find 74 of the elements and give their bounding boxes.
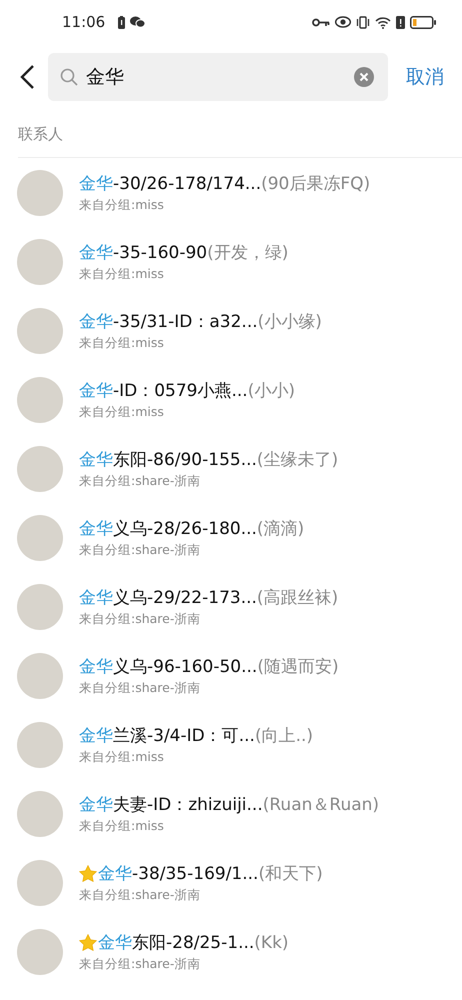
contact-group: 来自分组:share-浙南	[79, 610, 338, 628]
contact-row[interactable]: 金华东阳-28/25-1...(Kk) 来自分组:share-浙南	[0, 917, 462, 986]
contact-nickname: (Ruan＆Ruan)	[262, 794, 380, 816]
sim-alert-icon	[396, 16, 405, 28]
contact-group: 来自分组:miss	[79, 818, 380, 834]
wifi-icon	[375, 16, 391, 28]
contact-row[interactable]: 金华-35-160-90(开发，绿) 来自分组:miss	[0, 227, 462, 296]
contact-name: 金华兰溪-3/4-ID：可...	[79, 724, 255, 746]
contact-nickname: (Kk)	[254, 932, 289, 952]
avatar-photo	[17, 790, 63, 836]
contact-row[interactable]: 金华-ID：0579小燕...(小小) 来自分组:miss	[0, 365, 462, 434]
contact-name: 金华-ID：0579小燕...	[79, 380, 248, 402]
contact-group: 来自分组:share-浙南	[79, 542, 304, 558]
contact-nickname: (小小缘)	[258, 310, 322, 332]
contact-name: 金华夫妻-ID：zhizuiji...	[79, 794, 263, 816]
avatar-photo	[17, 722, 63, 768]
contact-nickname: (尘缘未了)	[256, 448, 338, 470]
contact-name: 金华-35-160-90	[79, 242, 208, 264]
cancel-button[interactable]: 取消	[406, 64, 444, 90]
contact-name: 金华-35/31-ID：a32...	[79, 310, 258, 332]
contact-name: 金华-38/35-169/1...	[98, 862, 258, 884]
contact-group: 来自分组:share-浙南	[79, 886, 323, 904]
contact-row[interactable]: 金华兰溪-3/4-ID：可...(向上..) 来自分组:miss	[0, 710, 462, 779]
battery-alert-icon	[118, 16, 126, 28]
section-title: 联系人	[18, 125, 63, 143]
eye-icon	[335, 16, 351, 28]
status-time: 11:06	[62, 13, 106, 31]
contact-nickname: (小小)	[248, 380, 295, 402]
contact-row[interactable]: 金华-38/35-169/1...(和天下) 来自分组:share-浙南	[0, 848, 462, 917]
contact-row[interactable]: 金华义乌-96-160-50...(随遇而安) 来自分组:share-浙南	[0, 641, 462, 710]
avatar-photo	[17, 170, 63, 216]
contact-nickname: (滴滴)	[256, 518, 304, 540]
contact-nickname: (向上..)	[254, 724, 314, 746]
contact-group: 来自分组:miss	[79, 748, 314, 766]
avatar-photo	[17, 238, 63, 284]
contact-name: 金华东阳-86/90-155...	[79, 448, 257, 470]
contact-row[interactable]: 金华-35/31-ID：a32...(小小缘) 来自分组:miss	[0, 296, 462, 365]
contact-name: 金华义乌-29/22-173...	[79, 586, 257, 608]
contact-row[interactable]: 金华义乌-28/26-180...(滴滴) 来自分组:share-浙南	[0, 503, 462, 572]
contact-group: 来自分组:miss	[79, 334, 322, 352]
contact-row[interactable]: 金华夫妻-ID：zhizuiji...(Ruan＆Ruan) 来自分组:miss	[0, 779, 462, 848]
vibrate-icon	[356, 16, 370, 28]
contact-nickname: (和天下)	[258, 862, 323, 884]
avatar-photo	[17, 928, 63, 974]
contact-name: 金华义乌-96-160-50...	[79, 656, 258, 678]
contact-group: 来自分组:share-浙南	[79, 956, 289, 972]
contact-nickname: (随遇而安)	[257, 656, 339, 678]
avatar-photo	[17, 860, 63, 906]
search-icon	[60, 68, 78, 86]
avatar-photo	[17, 446, 63, 492]
avatar-photo	[17, 308, 63, 354]
contact-row[interactable]: 金华东阳-86/90-155...(尘缘未了) 来自分组:share-浙南	[0, 434, 462, 503]
clear-icon[interactable]	[354, 67, 374, 87]
contact-group: 来自分组:miss	[79, 266, 288, 282]
avatar-photo	[17, 584, 63, 630]
contact-group: 来自分组:miss	[79, 404, 295, 420]
avatar-photo	[17, 376, 63, 422]
search-field[interactable]: 金华	[48, 53, 388, 101]
key-icon	[312, 18, 330, 26]
contact-group: 来自分组:miss	[79, 196, 370, 214]
contact-nickname: (90后果冻FQ)	[261, 172, 370, 194]
contact-row[interactable]: 金华-30/26-178/174...(90后果冻FQ) 来自分组:miss	[0, 158, 462, 227]
contact-group: 来自分组:share-浙南	[79, 472, 338, 490]
contact-name: 金华义乌-28/26-180...	[79, 518, 257, 540]
contact-nickname: (高跟丝袜)	[256, 586, 338, 608]
contact-row[interactable]: 金华义乌-29/22-173...(高跟丝袜) 来自分组:share-浙南	[0, 572, 462, 641]
contact-group: 来自分组:share-浙南	[79, 680, 339, 696]
contact-name: 金华东阳-28/25-1...	[98, 932, 254, 954]
chat-app-icon	[130, 16, 146, 28]
contact-name: 金华-30/26-178/174...	[79, 172, 262, 194]
battery-low-icon	[410, 16, 436, 28]
avatar-photo	[17, 652, 63, 698]
contact-nickname: (开发，绿)	[207, 242, 288, 264]
avatar-photo	[17, 514, 63, 560]
